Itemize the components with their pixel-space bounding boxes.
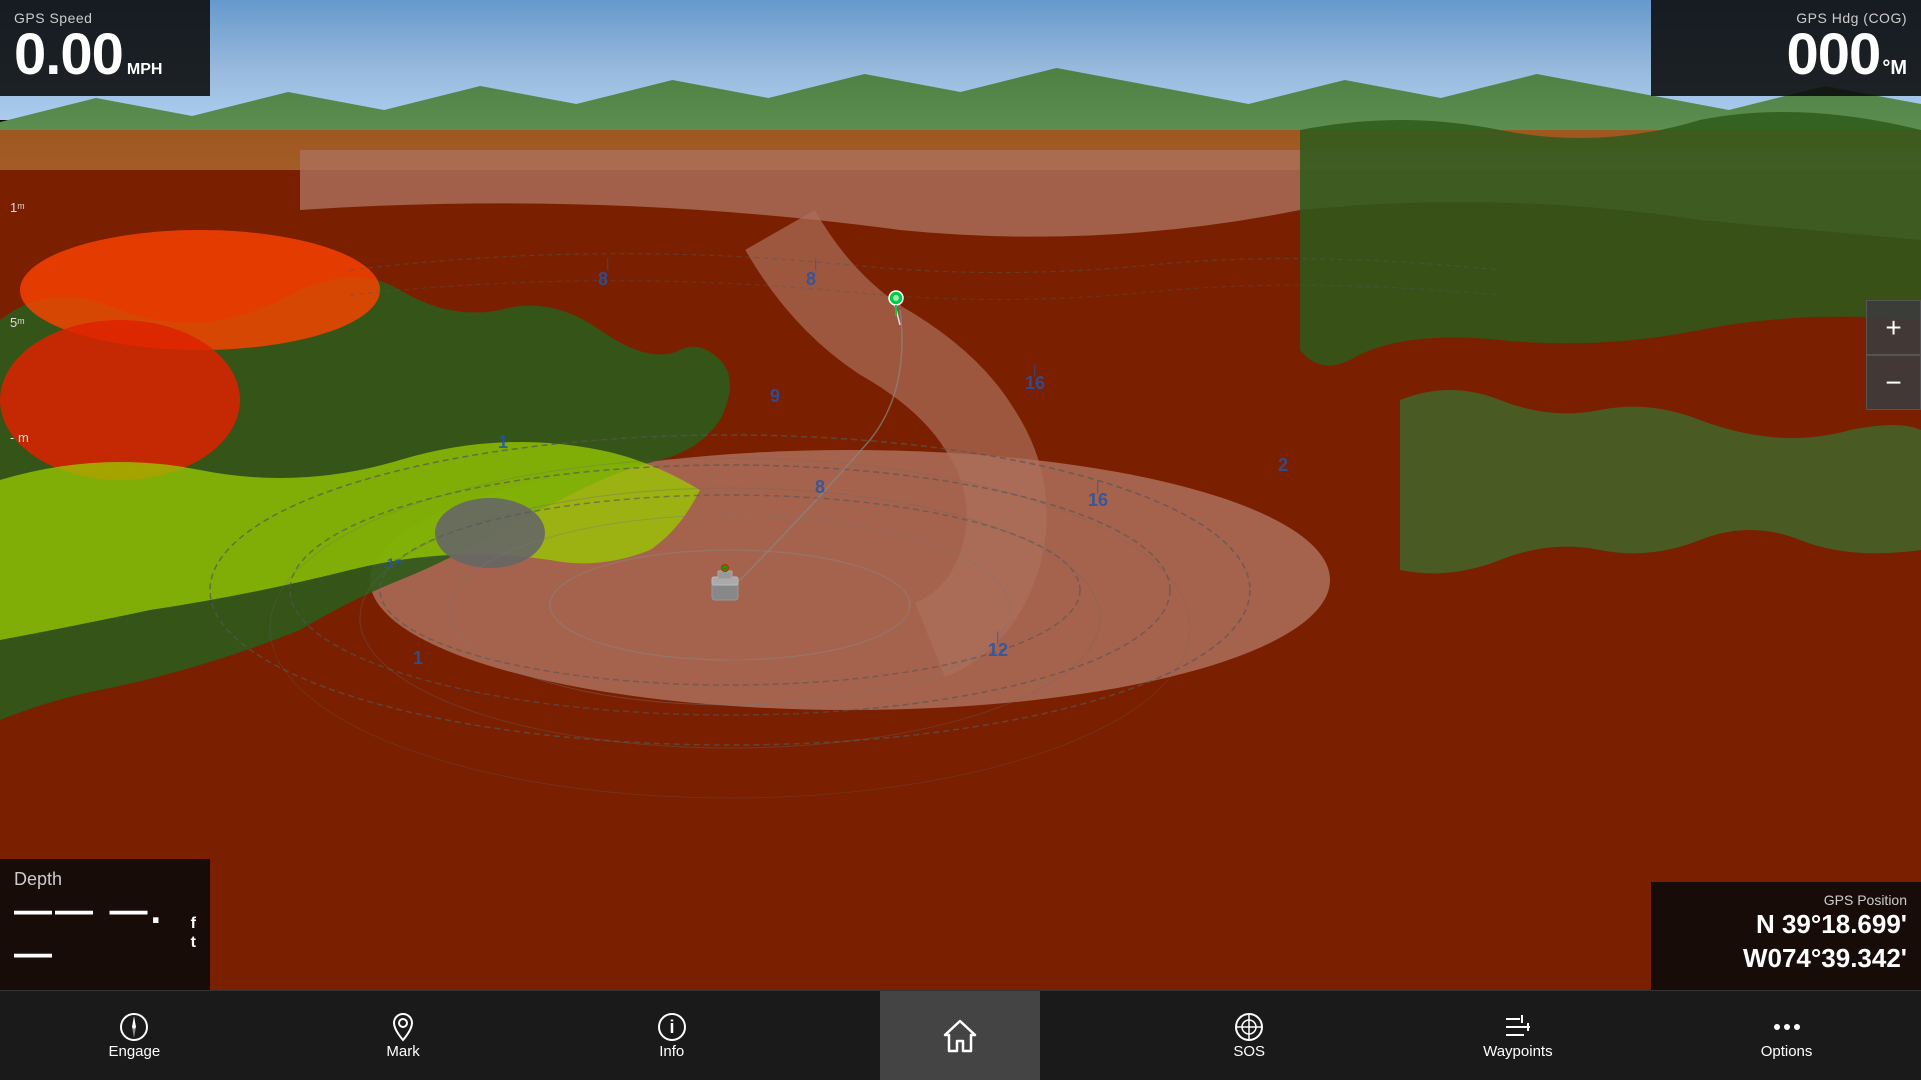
waypoints-icon (1502, 1011, 1534, 1043)
depth-label-8c: 8 (598, 269, 608, 290)
depth-tick-5: | (996, 629, 999, 644)
nav-label-options: Options (1761, 1043, 1813, 1060)
nav-item-engage[interactable]: Engage (74, 991, 194, 1080)
depth-panel: Depth —— —.— f t (0, 859, 210, 990)
gps-speed-value: 0.00 (14, 26, 123, 84)
zoom-in-button[interactable]: + (1866, 300, 1921, 355)
gps-speed-panel: GPS Speed 0.00 MPH (0, 0, 210, 96)
depth-label-8d: 8 (806, 269, 816, 290)
depth-scale: 1ᵐ 5ᵐ - m (10, 200, 29, 545)
nav-label-waypoints: Waypoints (1483, 1043, 1552, 1060)
gps-speed-unit-mph: MPH (127, 62, 163, 78)
nav-item-home[interactable] (880, 991, 1040, 1080)
nav-item-info[interactable]: i Info (612, 991, 732, 1080)
depth-scale-5m: 5ᵐ (10, 315, 29, 330)
depth-value: —— —.— (14, 890, 183, 976)
info-icon: i (656, 1011, 688, 1043)
svg-text:i: i (669, 1017, 674, 1037)
gps-heading-panel: GPS Hdg (COG) 000 °M (1651, 0, 1921, 96)
depth-label-8b: 8 (815, 477, 825, 498)
zoom-controls: + − (1866, 300, 1921, 410)
zoom-out-button[interactable]: − (1866, 355, 1921, 410)
depth-tick-4: | (1096, 479, 1099, 494)
nav-item-options[interactable]: Options (1727, 991, 1847, 1080)
nav-label-engage: Engage (108, 1043, 160, 1060)
pin-icon (387, 1011, 419, 1043)
dots-icon (1771, 1011, 1803, 1043)
depth-label-1b: 1 (413, 648, 423, 669)
depth-label-9: 9 (770, 386, 780, 407)
depth-scale-m: - m (10, 430, 29, 445)
nav-item-waypoints[interactable]: Waypoints (1458, 991, 1578, 1080)
nav-label-info: Info (659, 1043, 684, 1060)
depth-label-1a: 1 (498, 432, 508, 453)
nav-label-mark: Mark (386, 1043, 419, 1060)
depth-label-text: Depth (14, 869, 196, 890)
gps-heading-value: 000 (1787, 26, 1881, 84)
map-background[interactable]: 9 8 16 16 12 1 1 2 .1ᵐ 8 8 | | | | | 1ᵐ … (0, 0, 1921, 990)
depth-tick-3: | (1033, 362, 1036, 377)
gps-position-lon: W074°39.342' (1665, 942, 1907, 976)
nav-label-sos: SOS (1233, 1043, 1265, 1060)
depth-label-01: .1ᵐ (383, 555, 403, 571)
depth-tick-2: | (814, 256, 817, 271)
map-svg (0, 0, 1921, 990)
waypoint-marker (886, 288, 906, 318)
bottom-nav-bar: Engage Mark i Info SOS (0, 990, 1921, 1080)
depth-label-2: 2 (1278, 455, 1288, 476)
nav-item-sos[interactable]: SOS (1189, 991, 1309, 1080)
boat-icon (700, 555, 750, 615)
gps-position-lat: N 39°18.699' (1665, 908, 1907, 942)
home-icon (941, 1017, 979, 1055)
depth-tick-1: | (606, 256, 609, 271)
compass-icon (118, 1011, 150, 1043)
depth-unit-t: t (191, 933, 196, 952)
gps-position-label: GPS Position (1665, 892, 1907, 908)
gps-heading-unit: °M (1882, 57, 1907, 79)
depth-scale-1m: 1ᵐ (10, 200, 29, 215)
gps-position-panel: GPS Position N 39°18.699' W074°39.342' (1651, 882, 1921, 990)
depth-unit-f: f (191, 914, 196, 933)
nav-item-mark[interactable]: Mark (343, 991, 463, 1080)
sos-icon (1233, 1011, 1265, 1043)
